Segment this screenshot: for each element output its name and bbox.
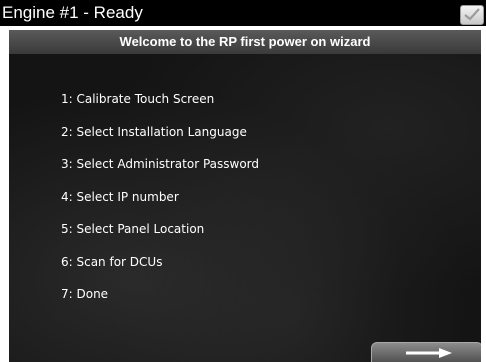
step-select-panel-location[interactable]: 5: Select Panel Location xyxy=(61,222,259,255)
wizard-panel: Welcome to the RP first power on wizard … xyxy=(9,30,481,362)
title-bar: Engine #1 - Ready xyxy=(0,0,486,26)
step-scan-for-dcus[interactable]: 6: Scan for DCUs xyxy=(61,255,259,288)
right-arrow-icon xyxy=(406,348,452,358)
step-select-installation-language[interactable]: 2: Select Installation Language xyxy=(61,125,259,158)
window-title: Engine #1 - Ready xyxy=(2,3,143,22)
step-select-ip-number[interactable]: 4: Select IP number xyxy=(61,190,259,223)
step-calibrate-touch-screen[interactable]: 1: Calibrate Touch Screen xyxy=(61,92,259,125)
next-button[interactable] xyxy=(371,342,481,362)
checkmark-icon[interactable] xyxy=(460,5,484,25)
step-done[interactable]: 7: Done xyxy=(61,287,259,320)
screen: Engine #1 - Ready Welcome to the RP firs… xyxy=(0,0,486,362)
step-select-administrator-password[interactable]: 3: Select Administrator Password xyxy=(61,157,259,190)
wizard-steps: 1: Calibrate Touch Screen 2: Select Inst… xyxy=(61,92,259,320)
wizard-heading: Welcome to the RP first power on wizard xyxy=(9,30,481,54)
